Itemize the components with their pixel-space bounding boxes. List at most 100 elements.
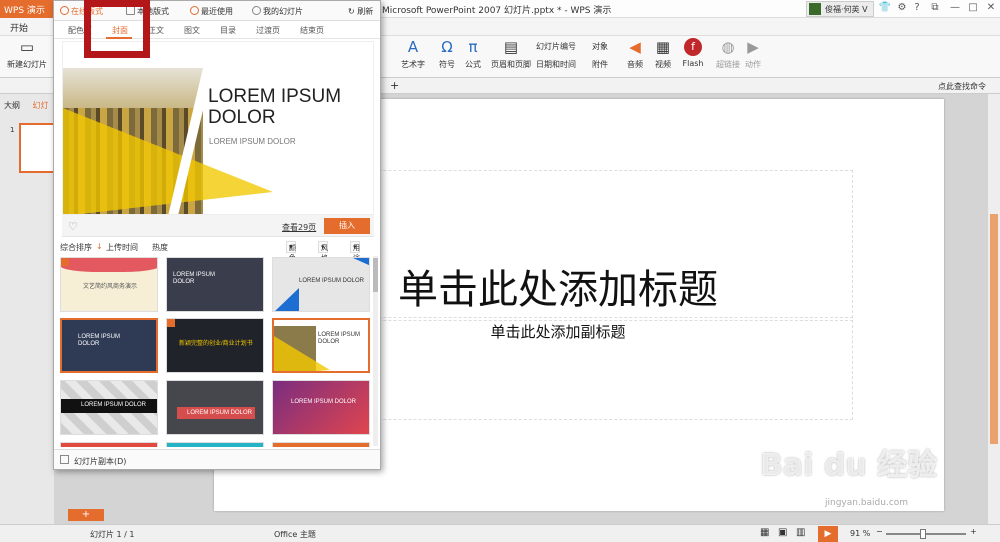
subtab-body[interactable]: 正文 bbox=[148, 25, 164, 36]
video-label: 视频 bbox=[655, 60, 671, 69]
sort-arrow-icon: ↓ bbox=[96, 242, 103, 251]
template-thumb[interactable] bbox=[272, 442, 370, 447]
slide-number-button[interactable]: 幻灯片编号 bbox=[536, 41, 576, 52]
reading-view-icon[interactable]: ▥ bbox=[796, 527, 805, 538]
template-thumb[interactable]: LOREM IPSUM DOLOR bbox=[272, 257, 370, 312]
wordart-label: 艺术字 bbox=[401, 60, 425, 69]
sort-popularity[interactable]: 热度 bbox=[152, 242, 168, 253]
template-thumb[interactable]: LOREM IPSUM DOLOR bbox=[166, 257, 264, 312]
header-footer-button[interactable]: ▤ 页眉和页脚 bbox=[490, 38, 532, 70]
normal-view-icon[interactable]: ▦ bbox=[760, 527, 769, 538]
formula-button[interactable]: π 公式 bbox=[462, 38, 484, 70]
subtab-ending[interactable]: 结束页 bbox=[300, 25, 324, 36]
premium-badge bbox=[167, 319, 175, 327]
clock-icon bbox=[190, 6, 199, 15]
template-thumb[interactable] bbox=[166, 442, 264, 447]
vertical-scrollbar[interactable] bbox=[988, 94, 1000, 524]
app-menu-tab[interactable]: WPS 演示 bbox=[0, 0, 56, 18]
omega-icon: Ω bbox=[441, 38, 453, 56]
tab-recent[interactable]: 最近使用 bbox=[190, 6, 233, 17]
template-thumb[interactable]: LOREM IPSUM DOLOR bbox=[60, 380, 158, 435]
help-icon[interactable]: ? bbox=[910, 2, 924, 16]
thumb-label: LOREM IPSUM DOLOR bbox=[81, 402, 147, 408]
play-icon: ▶ bbox=[747, 38, 759, 56]
slide-copy-option[interactable]: 幻灯片副本(D) bbox=[54, 449, 380, 469]
pi-icon: π bbox=[468, 38, 478, 56]
object-button[interactable]: 对象 bbox=[592, 41, 608, 52]
favorite-icon[interactable]: ♡ bbox=[68, 220, 78, 233]
template-thumb[interactable]: LOREM IPSUM DOLOR bbox=[60, 318, 158, 373]
slide-count: 幻灯片 1 / 1 bbox=[90, 530, 135, 539]
tab-slides[interactable]: 幻灯 bbox=[33, 101, 49, 110]
subtab-transition[interactable]: 过渡页 bbox=[256, 25, 280, 36]
scroll-thumb[interactable] bbox=[990, 214, 998, 444]
sort-composite[interactable]: 综合排序 bbox=[60, 242, 92, 253]
zoom-slider[interactable] bbox=[886, 533, 966, 535]
view-pages-link[interactable]: 查看29页 bbox=[282, 222, 316, 233]
sort-upload-time[interactable]: 上传时间 bbox=[106, 242, 138, 253]
restore-icon[interactable]: ⧉ bbox=[928, 2, 942, 16]
panel-refresh-button[interactable]: ↻ 刷新 bbox=[348, 6, 373, 17]
tab-start[interactable]: 开始 bbox=[10, 21, 28, 34]
template-thumb[interactable]: LOREM IPSUM DOLOR bbox=[272, 318, 370, 373]
action-label: 动作 bbox=[745, 60, 761, 69]
action-button[interactable]: ▶ 动作 bbox=[742, 38, 764, 70]
attachment-button[interactable]: 附件 bbox=[592, 59, 608, 70]
theme-name: Office 主题 bbox=[274, 530, 316, 539]
add-slide-button[interactable]: + bbox=[68, 509, 104, 521]
thumb-label: LOREM IPSUM DOLOR bbox=[299, 278, 365, 284]
tab-my-slides[interactable]: 我的幻灯片 bbox=[252, 6, 303, 17]
close-icon[interactable]: ✕ bbox=[984, 2, 998, 16]
flash-button[interactable]: f Flash bbox=[680, 38, 706, 68]
template-grid-scrollbar[interactable] bbox=[373, 256, 378, 446]
template-preview[interactable]: LOREM IPSUM DOLOR LOREM IPSUM DOLOR bbox=[62, 41, 374, 215]
datetime-button[interactable]: 日期和时间 bbox=[536, 59, 576, 70]
thumb-label: LOREM IPSUM DOLOR bbox=[173, 272, 216, 285]
symbol-label: 符号 bbox=[439, 60, 455, 69]
maximize-icon[interactable]: □ bbox=[966, 2, 980, 16]
subtab-toc[interactable]: 目录 bbox=[220, 25, 236, 36]
symbol-button[interactable]: Ω 符号 bbox=[434, 38, 460, 70]
minimize-icon[interactable]: — bbox=[948, 2, 962, 16]
slide-thumbnail[interactable] bbox=[19, 123, 55, 173]
settings-icon[interactable]: ⚙ bbox=[895, 2, 909, 16]
new-slide-button[interactable]: ▭ 新建幻灯片 bbox=[2, 38, 52, 70]
user-account[interactable]: 俊福·何英 V bbox=[806, 1, 874, 17]
video-button[interactable]: ▦ 视频 bbox=[652, 38, 674, 70]
filter-color[interactable]: 颜色 ▾ bbox=[286, 241, 296, 262]
zoom-in-icon[interactable]: + bbox=[970, 527, 977, 536]
add-icon[interactable]: + bbox=[390, 79, 399, 92]
tab-outline[interactable]: 大纲 bbox=[4, 101, 20, 110]
flash-icon: f bbox=[684, 38, 702, 56]
tab-label: 最近使用 bbox=[201, 7, 233, 16]
new-slide-label: 新建幻灯片 bbox=[7, 60, 47, 69]
slideshow-button[interactable]: ▶ bbox=[818, 526, 838, 542]
audio-label: 音频 bbox=[627, 60, 643, 69]
insert-button[interactable]: 插入 bbox=[324, 218, 370, 234]
audio-button[interactable]: ◀ 音频 bbox=[624, 38, 646, 70]
template-thumb[interactable]: 新颖完整的创业/商业计划书 bbox=[166, 318, 264, 373]
template-thumb[interactable]: LOREM IPSUM DOLOR bbox=[272, 380, 370, 435]
filter-style[interactable]: 风格 ▾ bbox=[318, 241, 328, 262]
user-name: 俊福·何英 V bbox=[825, 5, 868, 14]
wordart-button[interactable]: A 艺术字 bbox=[398, 38, 428, 70]
thumb-label: LOREM IPSUM DOLOR bbox=[291, 399, 357, 405]
template-thumb[interactable]: LOREM IPSUM DOLOR bbox=[166, 380, 264, 435]
tab-label: 我的幻灯片 bbox=[263, 7, 303, 16]
filter-usage[interactable]: 用途 ▾ bbox=[350, 241, 360, 262]
sorter-view-icon[interactable]: ▣ bbox=[778, 527, 787, 538]
refresh-label: 刷新 bbox=[357, 7, 374, 16]
zoom-handle[interactable] bbox=[920, 529, 926, 539]
template-thumb[interactable]: 文艺简约风商务演示 bbox=[60, 257, 158, 312]
hyperlink-button[interactable]: ◍ 超链接 bbox=[714, 38, 742, 70]
copy-icon bbox=[60, 455, 69, 464]
grid-scroll-thumb[interactable] bbox=[373, 258, 378, 292]
thumb-label: LOREM IPSUM DOLOR bbox=[318, 332, 361, 345]
find-command[interactable]: 点此查找命令 bbox=[938, 81, 986, 92]
template-panel: 在线版式 本地版式 最近使用 我的幻灯片 ↻ 刷新 配色页 封面 正文 图文 目… bbox=[53, 0, 381, 470]
zoom-out-icon[interactable]: − bbox=[876, 527, 883, 536]
skin-icon[interactable]: 👕 bbox=[878, 2, 892, 16]
subtab-image-text[interactable]: 图文 bbox=[184, 25, 200, 36]
new-slide-icon: ▭ bbox=[19, 38, 35, 56]
template-thumb[interactable] bbox=[60, 442, 158, 447]
